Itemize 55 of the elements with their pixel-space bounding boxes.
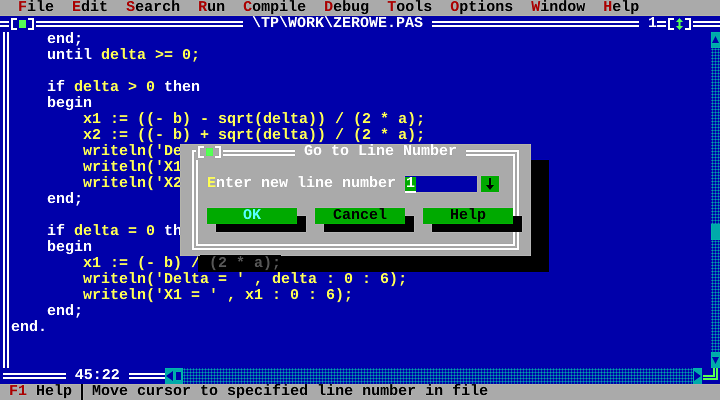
code-text: writeln('X1 <box>82 159 182 176</box>
code-text: writeln('X2 <box>82 175 182 192</box>
window-border <box>693 21 720 27</box>
window-number: 1 <box>647 16 658 32</box>
menu-item[interactable]: File <box>9 0 64 16</box>
scroll-down-icon[interactable] <box>711 352 720 368</box>
window-border <box>3 373 66 379</box>
field-label: Enter new line number <box>207 176 398 192</box>
menu-item[interactable]: Compile <box>234 0 316 16</box>
window-title: \TP\WORK\ZEROWE.PAS <box>250 16 424 32</box>
menu-item[interactable]: Options <box>441 0 522 16</box>
code-text: end; <box>46 303 84 320</box>
menu-item[interactable]: Help <box>594 0 648 16</box>
scroll-right-icon[interactable] <box>693 368 702 384</box>
vertical-scrollbar[interactable] <box>711 32 720 368</box>
status-hint: Move cursor to specified line number in file <box>91 384 488 400</box>
code-text: begin <box>46 95 92 112</box>
cursor-position: 45:22 <box>74 368 121 384</box>
dialog-button[interactable]: Help <box>423 208 513 224</box>
window-border <box>657 21 666 27</box>
code-text: until <box>46 47 92 64</box>
menu-item[interactable]: Window <box>522 0 594 16</box>
menu-item[interactable]: Run <box>189 0 234 16</box>
code-text: x2 := ((- b) + sqrt(delta)) / (2 * a); <box>82 127 426 144</box>
code-text: begin <box>46 239 92 256</box>
dialog-button[interactable]: Cancel <box>315 208 405 224</box>
scroll-up-icon[interactable] <box>711 32 720 48</box>
down-arrow-icon <box>486 178 494 190</box>
code-text: x1 := ((- b) - sqrt(delta)) / (2 * a); <box>82 111 426 128</box>
window-border <box>128 373 165 379</box>
scroll-thumb[interactable] <box>711 224 720 240</box>
code-text: writeln('X1 = ' , x1 : 0 : 6); <box>82 287 354 304</box>
menu-item[interactable]: Edit <box>63 0 118 16</box>
code-text: if <box>46 223 66 240</box>
code-text: delta >= 0; <box>100 47 200 64</box>
code-text: delta = 0 <box>73 223 156 240</box>
code-text: writeln('Delta = ' , delta : 0 : 6); <box>82 271 408 288</box>
close-button[interactable] <box>9 16 36 32</box>
code-text: then <box>164 79 200 96</box>
menu-item[interactable]: Debug <box>315 0 378 16</box>
code-text: end; <box>46 191 84 208</box>
scroll-left-icon[interactable] <box>164 368 174 384</box>
code-text: end. <box>11 319 48 336</box>
history-button[interactable] <box>481 176 499 192</box>
menu-item[interactable]: Search <box>117 0 190 16</box>
code-text: end; <box>46 31 84 48</box>
code-text: if <box>46 79 66 96</box>
zoom-button[interactable] <box>666 16 694 32</box>
code-text: writeln('De <box>82 143 182 160</box>
code-text: (2 * a); <box>200 255 282 272</box>
up-down-arrow-icon <box>676 18 684 30</box>
window-border <box>0 21 9 27</box>
menu-item[interactable]: Tools <box>378 0 442 16</box>
shortcut-label: Help <box>27 384 84 400</box>
code-text: delta > 0 <box>73 79 156 96</box>
